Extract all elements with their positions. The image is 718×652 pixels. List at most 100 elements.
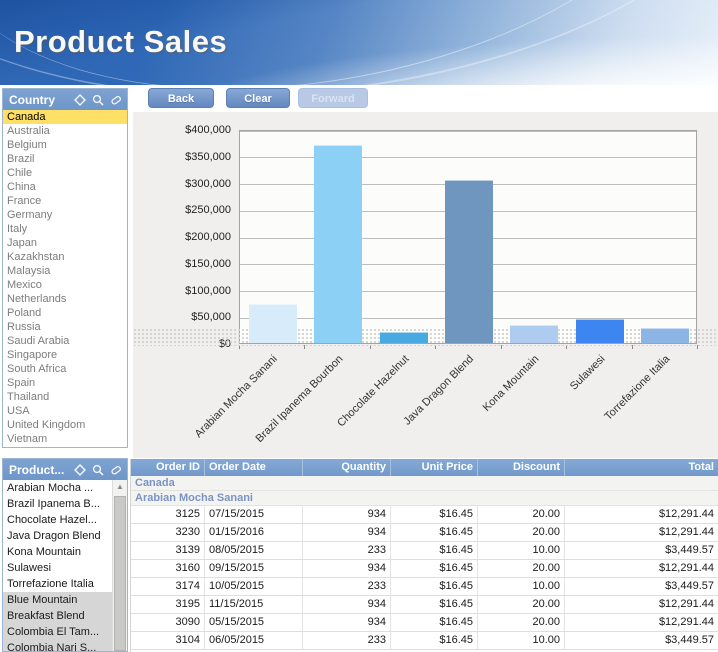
group-row-product[interactable]: Arabian Mocha Sanani — [131, 491, 718, 506]
cell-order-date: 10/05/2015 — [205, 578, 303, 595]
bar-java-dragon-blend[interactable] — [445, 180, 493, 343]
cell-discount: 20.00 — [478, 560, 565, 577]
country-listbox-caption[interactable]: Country — [3, 89, 127, 110]
cell-discount: 10.00 — [478, 578, 565, 595]
country-item-australia[interactable]: Australia — [3, 124, 127, 138]
x-axis-label-sulawesi: Sulawesi — [568, 353, 608, 393]
sales-bar-chart: $0$50,000$100,000$150,000$200,000$250,00… — [133, 112, 718, 458]
product-item-torrefazione-italia[interactable]: Torrefazione Italia — [3, 576, 112, 592]
country-item-brazil[interactable]: Brazil — [3, 152, 127, 166]
country-item-chile[interactable]: Chile — [3, 166, 127, 180]
column-header-unit-price[interactable]: Unit Price — [391, 459, 478, 476]
table-row[interactable]: 317410/05/2015233$16.4510.00$3,449.57 — [131, 578, 718, 596]
country-item-mexico[interactable]: Mexico — [3, 278, 127, 292]
product-item-java-dragon-blend[interactable]: Java Dragon Blend — [3, 528, 112, 544]
product-scrollbar[interactable]: ▲ — [112, 480, 127, 651]
x-axis-label-java-dragon-blend: Java Dragon Blend — [402, 353, 477, 428]
diamond-icon[interactable] — [72, 92, 87, 107]
country-item-usa[interactable]: USA — [3, 404, 127, 418]
gridline — [240, 131, 696, 132]
country-item-japan[interactable]: Japan — [3, 236, 127, 250]
product-listbox: Product... Arabian Mocha ...Brazil Ipane… — [2, 458, 128, 652]
table-row[interactable]: 310406/05/2015233$16.4510.00$3,449.57 — [131, 632, 718, 650]
orders-table: Order IDOrder DateQuantityUnit PriceDisc… — [130, 459, 718, 652]
product-listbox-caption[interactable]: Product... — [3, 459, 127, 480]
app-header: Product Sales — [0, 0, 718, 85]
product-item-chocolate-hazel[interactable]: Chocolate Hazel... — [3, 512, 112, 528]
y-axis-tick-label: $400,000 — [161, 124, 231, 136]
product-item-breakfast-blend[interactable]: Breakfast Blend — [3, 608, 112, 624]
country-item-malaysia[interactable]: Malaysia — [3, 264, 127, 278]
country-item-kazakhstan[interactable]: Kazakhstan — [3, 250, 127, 264]
country-item-south-africa[interactable]: South Africa — [3, 362, 127, 376]
cell-quantity: 934 — [303, 560, 391, 577]
country-item-thailand[interactable]: Thailand — [3, 390, 127, 404]
scroll-up-icon[interactable]: ▲ — [113, 480, 127, 493]
bar-sulawesi[interactable] — [576, 319, 624, 343]
cell-order-date: 09/15/2015 — [205, 560, 303, 577]
country-item-saudi-arabia[interactable]: Saudi Arabia — [3, 334, 127, 348]
product-item-sulawesi[interactable]: Sulawesi — [3, 560, 112, 576]
product-item-blue-mountain[interactable]: Blue Mountain — [3, 592, 112, 608]
product-item-brazil-ipanema-b[interactable]: Brazil Ipanema B... — [3, 496, 112, 512]
bar-kona-mountain[interactable] — [510, 325, 558, 343]
country-item-poland[interactable]: Poland — [3, 306, 127, 320]
bar-brazil-ipanema-bourbon[interactable] — [314, 145, 362, 343]
country-item-france[interactable]: France — [3, 194, 127, 208]
cell-unit-price: $16.45 — [391, 632, 478, 649]
country-item-vietnam[interactable]: Vietnam — [3, 432, 127, 446]
product-item-kona-mountain[interactable]: Kona Mountain — [3, 544, 112, 560]
table-row[interactable]: 312507/15/2015934$16.4520.00$12,291.44 — [131, 506, 718, 524]
y-axis-tick-label: $350,000 — [161, 151, 231, 163]
table-row[interactable]: 319511/15/2015934$16.4520.00$12,291.44 — [131, 596, 718, 614]
back-button[interactable]: Back — [148, 88, 214, 108]
product-item-colombia-el-tam[interactable]: Colombia El Tam... — [3, 624, 112, 640]
table-row[interactable]: 323001/15/2016934$16.4520.00$12,291.44 — [131, 524, 718, 542]
table-row[interactable]: 313908/05/2015233$16.4510.00$3,449.57 — [131, 542, 718, 560]
column-header-total[interactable]: Total — [565, 459, 718, 476]
product-listbox-title: Product... — [9, 463, 69, 477]
country-item-united-kingdom[interactable]: United Kingdom — [3, 418, 127, 432]
y-axis-tick-label: $150,000 — [161, 258, 231, 270]
cell-order-id: 3139 — [131, 542, 205, 559]
y-axis-tick-label: $200,000 — [161, 231, 231, 243]
eraser-icon[interactable] — [108, 92, 123, 107]
column-header-discount[interactable]: Discount — [478, 459, 565, 476]
cell-total: $3,449.57 — [565, 542, 718, 559]
country-item-russia[interactable]: Russia — [3, 320, 127, 334]
cell-order-id: 3160 — [131, 560, 205, 577]
column-header-quantity[interactable]: Quantity — [303, 459, 391, 476]
bar-torrefazione-italia[interactable] — [641, 328, 689, 343]
cell-order-date: 01/15/2016 — [205, 524, 303, 541]
cell-discount: 20.00 — [478, 614, 565, 631]
country-item-germany[interactable]: Germany — [3, 208, 127, 222]
search-icon[interactable] — [90, 92, 105, 107]
eraser-icon[interactable] — [108, 462, 123, 477]
country-item-singapore[interactable]: Singapore — [3, 348, 127, 362]
scrollbar-thumb[interactable] — [114, 496, 126, 651]
table-row[interactable]: 316009/15/2015934$16.4520.00$12,291.44 — [131, 560, 718, 578]
clear-button[interactable]: Clear — [226, 88, 290, 108]
country-item-china[interactable]: China — [3, 180, 127, 194]
country-item-spain[interactable]: Spain — [3, 376, 127, 390]
bar-chocolate-hazelnut[interactable] — [380, 332, 428, 343]
country-item-italy[interactable]: Italy — [3, 222, 127, 236]
product-item-colombia-nari-s[interactable]: Colombia Nari S... — [3, 640, 112, 651]
cell-unit-price: $16.45 — [391, 560, 478, 577]
cell-order-date: 05/15/2015 — [205, 614, 303, 631]
country-item-netherlands[interactable]: Netherlands — [3, 292, 127, 306]
column-header-order-id[interactable]: Order ID — [131, 459, 205, 476]
search-icon[interactable] — [90, 462, 105, 477]
product-item-arabian-mocha[interactable]: Arabian Mocha ... — [3, 480, 112, 496]
cell-discount: 20.00 — [478, 524, 565, 541]
bar-arabian-mocha-sanani[interactable] — [249, 304, 297, 343]
country-item-belgium[interactable]: Belgium — [3, 138, 127, 152]
forward-button[interactable]: Forward — [298, 88, 368, 108]
diamond-icon[interactable] — [72, 462, 87, 477]
country-item-canada[interactable]: Canada — [3, 110, 127, 124]
group-row-country[interactable]: Canada — [131, 476, 718, 491]
column-header-order-date[interactable]: Order Date — [205, 459, 303, 476]
plot-area — [239, 130, 697, 344]
cell-quantity: 233 — [303, 632, 391, 649]
table-row[interactable]: 309005/15/2015934$16.4520.00$12,291.44 — [131, 614, 718, 632]
